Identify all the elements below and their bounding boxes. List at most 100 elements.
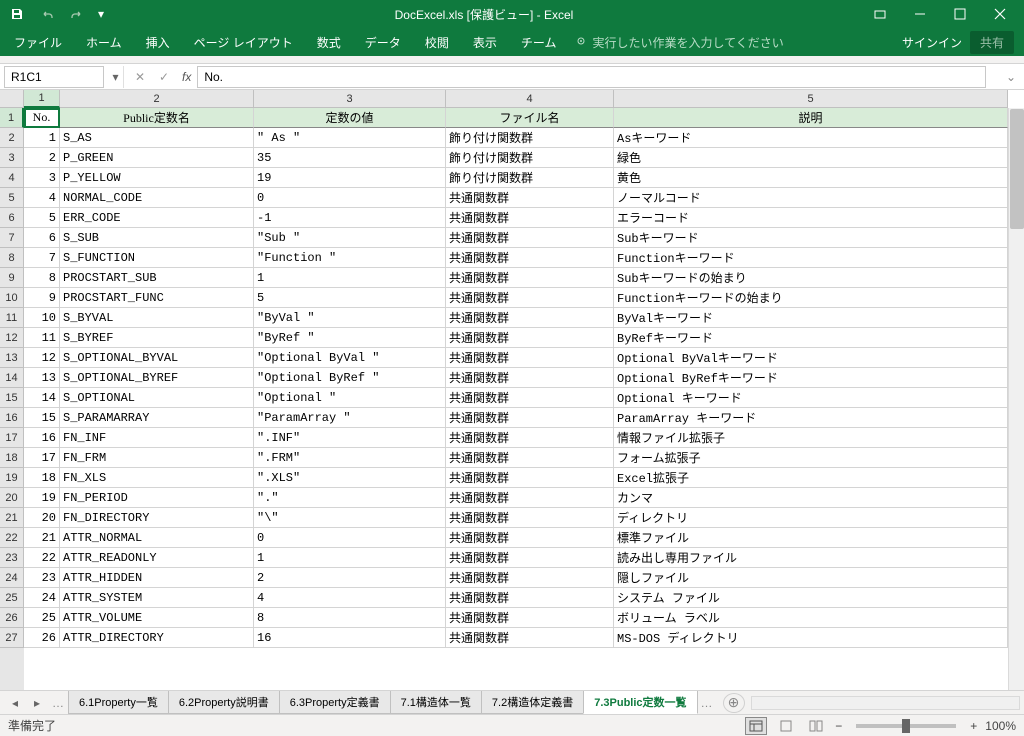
zoom-in-button[interactable]: + (970, 719, 977, 733)
cell[interactable]: 22 (24, 548, 60, 568)
row-header[interactable]: 21 (0, 508, 24, 528)
cell[interactable]: Optional キーワード (614, 388, 1008, 408)
cell[interactable]: 9 (24, 288, 60, 308)
sheet-tab[interactable]: 7.3Public定数一覧 (583, 691, 697, 714)
cell[interactable]: 17 (24, 448, 60, 468)
ribbon-tab-4[interactable]: 数式 (305, 29, 353, 56)
cell[interactable]: 共通関数群 (446, 388, 614, 408)
cell[interactable]: S_OPTIONAL_BYVAL (60, 348, 254, 368)
horizontal-scrollbar[interactable] (751, 696, 1020, 710)
cell[interactable]: NORMAL_CODE (60, 188, 254, 208)
cell[interactable]: 21 (24, 528, 60, 548)
qat-customize[interactable]: ▾ (94, 3, 108, 25)
cell[interactable]: Optional ByRefキーワード (614, 368, 1008, 388)
cell[interactable]: 隠しファイル (614, 568, 1008, 588)
cell[interactable]: 共通関数群 (446, 528, 614, 548)
column-header[interactable]: 2 (60, 90, 254, 108)
row-header[interactable]: 13 (0, 348, 24, 368)
ribbon-tab-3[interactable]: ページ レイアウト (182, 29, 305, 56)
row-header[interactable]: 24 (0, 568, 24, 588)
ribbon-tab-2[interactable]: 挿入 (134, 29, 182, 56)
insert-function-button[interactable]: fx (176, 70, 197, 84)
cell[interactable]: 読み出し専用ファイル (614, 548, 1008, 568)
formula-input[interactable]: No. (197, 66, 986, 88)
vertical-scrollbar[interactable] (1008, 108, 1024, 690)
name-box-dropdown[interactable]: ▾ (108, 66, 124, 88)
tell-me-search[interactable]: 実行したい作業を入力してください (568, 34, 791, 51)
cell[interactable]: 23 (24, 568, 60, 588)
new-sheet-button[interactable]: ⊕ (723, 693, 745, 713)
cell[interactable]: 標準ファイル (614, 528, 1008, 548)
cell[interactable]: S_OPTIONAL_BYREF (60, 368, 254, 388)
cell[interactable]: "ByRef " (254, 328, 446, 348)
cell[interactable]: 16 (254, 628, 446, 648)
cell[interactable]: 共通関数群 (446, 288, 614, 308)
row-header[interactable]: 12 (0, 328, 24, 348)
cell[interactable]: Asキーワード (614, 128, 1008, 148)
cell[interactable]: Optional ByValキーワード (614, 348, 1008, 368)
table-header-cell[interactable]: 定数の値 (254, 108, 446, 128)
ribbon-tab-0[interactable]: ファイル (2, 29, 74, 56)
cell[interactable]: 26 (24, 628, 60, 648)
cell[interactable]: エラーコード (614, 208, 1008, 228)
cell[interactable]: 共通関数群 (446, 308, 614, 328)
cell[interactable]: P_GREEN (60, 148, 254, 168)
cell[interactable]: ATTR_SYSTEM (60, 588, 254, 608)
signin-link[interactable]: サインイン (902, 34, 962, 51)
cell[interactable]: S_FUNCTION (60, 248, 254, 268)
cell[interactable]: 0 (254, 528, 446, 548)
cell[interactable]: -1 (254, 208, 446, 228)
cell[interactable]: 8 (24, 268, 60, 288)
cell[interactable]: FN_DIRECTORY (60, 508, 254, 528)
cell[interactable]: 0 (254, 188, 446, 208)
cell-area[interactable]: No.Public定数名定数の値ファイル名説明1S_AS" As "飾り付け関数… (24, 108, 1008, 690)
row-header[interactable]: 14 (0, 368, 24, 388)
row-header[interactable]: 2 (0, 128, 24, 148)
cell[interactable]: 18 (24, 468, 60, 488)
sheet-nav-more-left[interactable]: … (48, 696, 68, 710)
cell[interactable]: 7 (24, 248, 60, 268)
row-header[interactable]: 1 (0, 108, 24, 128)
cell[interactable]: P_YELLOW (60, 168, 254, 188)
cell[interactable]: ".FRM" (254, 448, 446, 468)
cell[interactable]: "Sub " (254, 228, 446, 248)
cell[interactable]: "ByVal " (254, 308, 446, 328)
undo-button[interactable] (34, 3, 60, 25)
cell[interactable]: Excel拡張子 (614, 468, 1008, 488)
cell[interactable]: 35 (254, 148, 446, 168)
row-header[interactable]: 25 (0, 588, 24, 608)
cell[interactable]: 2 (24, 148, 60, 168)
cell[interactable]: 19 (24, 488, 60, 508)
cell[interactable]: 6 (24, 228, 60, 248)
cell[interactable]: 25 (24, 608, 60, 628)
cell[interactable]: 飾り付け関数群 (446, 148, 614, 168)
row-header[interactable]: 23 (0, 548, 24, 568)
sheet-tab[interactable]: 6.1Property一覧 (68, 691, 169, 714)
cell[interactable]: 共通関数群 (446, 268, 614, 288)
cell[interactable]: ディレクトリ (614, 508, 1008, 528)
zoom-level[interactable]: 100% (985, 719, 1016, 733)
zoom-slider[interactable] (856, 724, 956, 728)
cell[interactable]: 共通関数群 (446, 348, 614, 368)
column-header[interactable]: 3 (254, 90, 446, 108)
ribbon-tab-7[interactable]: 表示 (461, 29, 509, 56)
cell[interactable]: 共通関数群 (446, 248, 614, 268)
cell[interactable]: 共通関数群 (446, 368, 614, 388)
cell[interactable]: PROCSTART_FUNC (60, 288, 254, 308)
cell[interactable]: FN_INF (60, 428, 254, 448)
row-header[interactable]: 17 (0, 428, 24, 448)
cell[interactable]: 共通関数群 (446, 628, 614, 648)
cell[interactable]: 共通関数群 (446, 568, 614, 588)
cell[interactable]: 共通関数群 (446, 208, 614, 228)
cell[interactable]: ATTR_VOLUME (60, 608, 254, 628)
row-header[interactable]: 7 (0, 228, 24, 248)
vertical-scroll-thumb[interactable] (1010, 109, 1024, 229)
cell[interactable]: ERR_CODE (60, 208, 254, 228)
cell[interactable]: ByRefキーワード (614, 328, 1008, 348)
formula-enter[interactable]: ✓ (152, 66, 176, 88)
cell[interactable]: 3 (24, 168, 60, 188)
table-header-cell[interactable]: No. (24, 108, 60, 128)
ribbon-tab-6[interactable]: 校閲 (413, 29, 461, 56)
formula-cancel[interactable]: ✕ (128, 66, 152, 88)
cell[interactable]: "Optional ByVal " (254, 348, 446, 368)
